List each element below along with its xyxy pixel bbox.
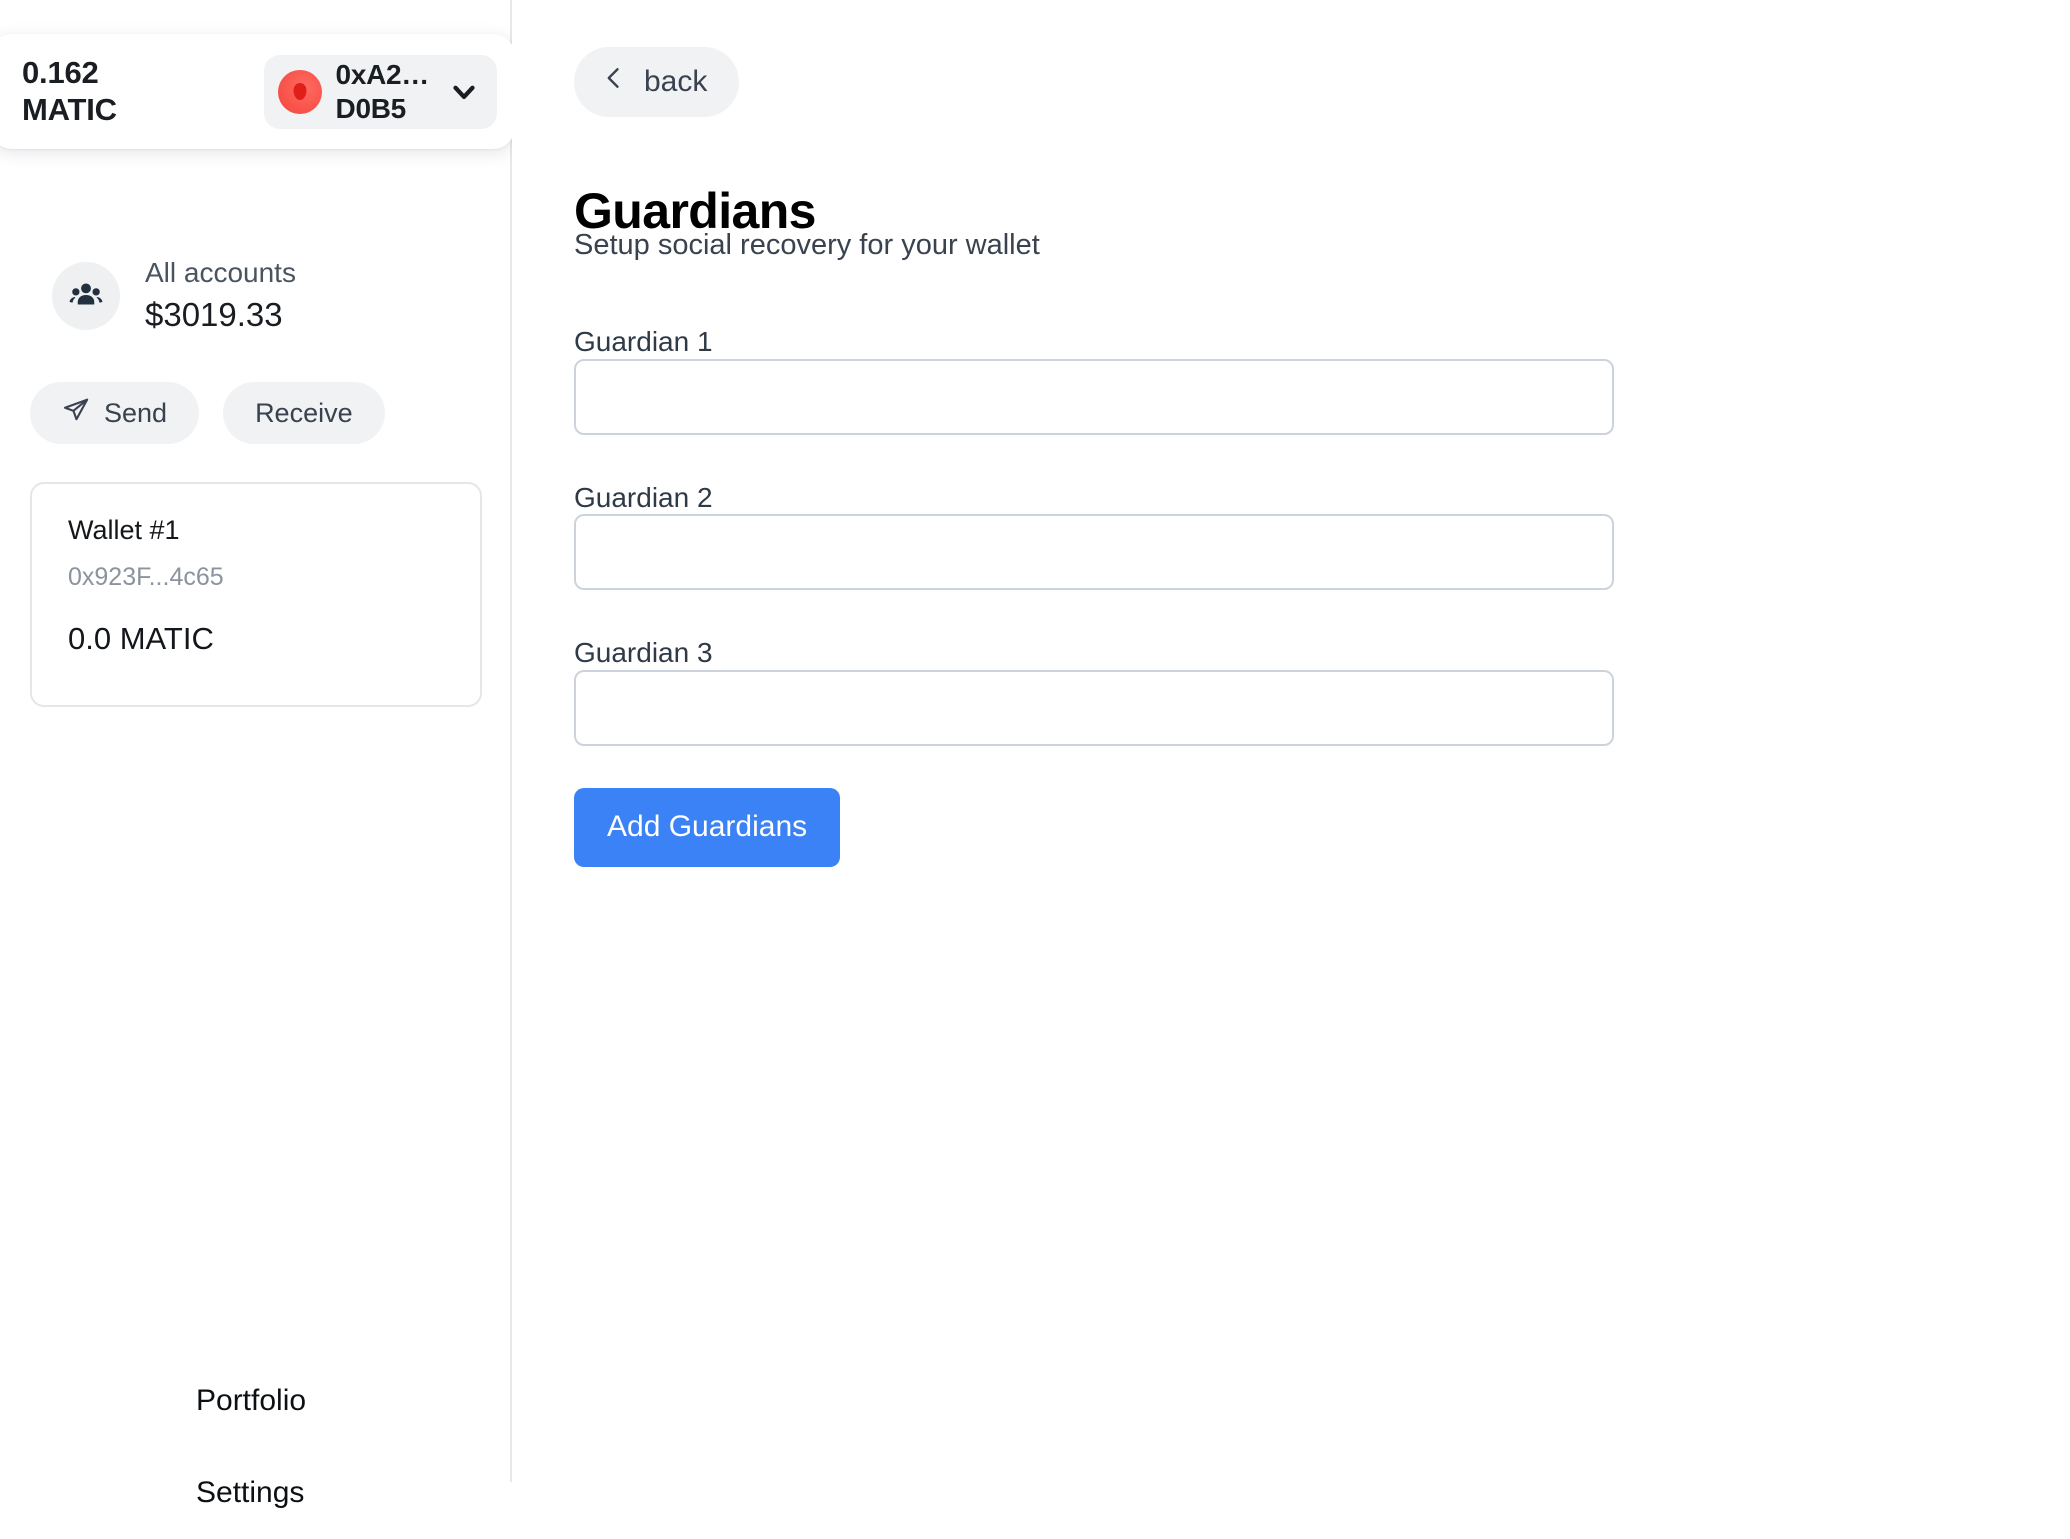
all-accounts-total: $3019.33 — [145, 296, 283, 334]
balance-card: 0.162 MATIC 0xA2… D0B5 — [0, 34, 515, 149]
all-accounts-summary[interactable]: All accounts $3019.33 — [52, 255, 296, 337]
people-group-icon — [52, 262, 120, 331]
wallet-balance: 0.0 MATIC — [68, 621, 214, 657]
wallet-name: Wallet #1 — [68, 515, 180, 545]
account-selector[interactable]: 0xA2… D0B5 — [263, 54, 497, 129]
main-content: back Guardians Setup social recovery for… — [512, 0, 2070, 1482]
all-accounts-text: All accounts $3019.33 — [145, 255, 296, 337]
guardian-2-input[interactable] — [574, 514, 1614, 591]
receive-button[interactable]: Receive — [223, 382, 385, 444]
guardians-form: Guardian 1 Guardian 2 Guardian 3 Add Gua… — [574, 325, 1614, 867]
sidebar-item-portfolio[interactable]: Portfolio — [0, 1355, 512, 1447]
sidebar: 0.162 MATIC 0xA2… D0B5 All accounts $301… — [0, 0, 515, 1509]
chevron-down-icon — [447, 75, 481, 109]
send-button[interactable]: Send — [30, 382, 200, 444]
app-root: 0.162 MATIC 0xA2… D0B5 All accounts $301… — [0, 0, 2070, 1509]
send-paper-plane-icon — [62, 396, 90, 431]
add-guardians-button[interactable]: Add Guardians — [574, 787, 841, 867]
account-avatar-icon — [277, 69, 322, 114]
receive-button-label: Receive — [255, 397, 353, 428]
back-button-label: back — [644, 65, 708, 98]
all-accounts-label: All accounts — [145, 257, 296, 288]
wallet-balance-amount: 0.162 MATIC — [22, 54, 117, 127]
wallet-address: 0x923F...4c65 — [68, 563, 224, 592]
back-button[interactable]: back — [574, 47, 740, 117]
guardian-3-input[interactable] — [574, 669, 1614, 746]
wallet-actions: Send Receive — [30, 382, 385, 444]
wallet-list-item[interactable]: Wallet #1 0x923F...4c65 0.0 MATIC — [30, 482, 482, 707]
sidebar-nav: Portfolio Settings — [0, 1355, 512, 1539]
account-address-label: 0xA2… D0B5 — [335, 58, 430, 124]
guardian-2-label: Guardian 2 — [574, 481, 713, 513]
guardian-1-label: Guardian 1 — [574, 326, 713, 357]
page-subtitle: Setup social recovery for your wallet — [574, 229, 1040, 261]
send-button-label: Send — [104, 397, 168, 428]
sidebar-item-settings[interactable]: Settings — [0, 1447, 512, 1539]
guardian-3-label: Guardian 3 — [574, 637, 713, 669]
guardian-1-input[interactable] — [574, 358, 1614, 435]
chevron-left-icon — [600, 64, 628, 100]
